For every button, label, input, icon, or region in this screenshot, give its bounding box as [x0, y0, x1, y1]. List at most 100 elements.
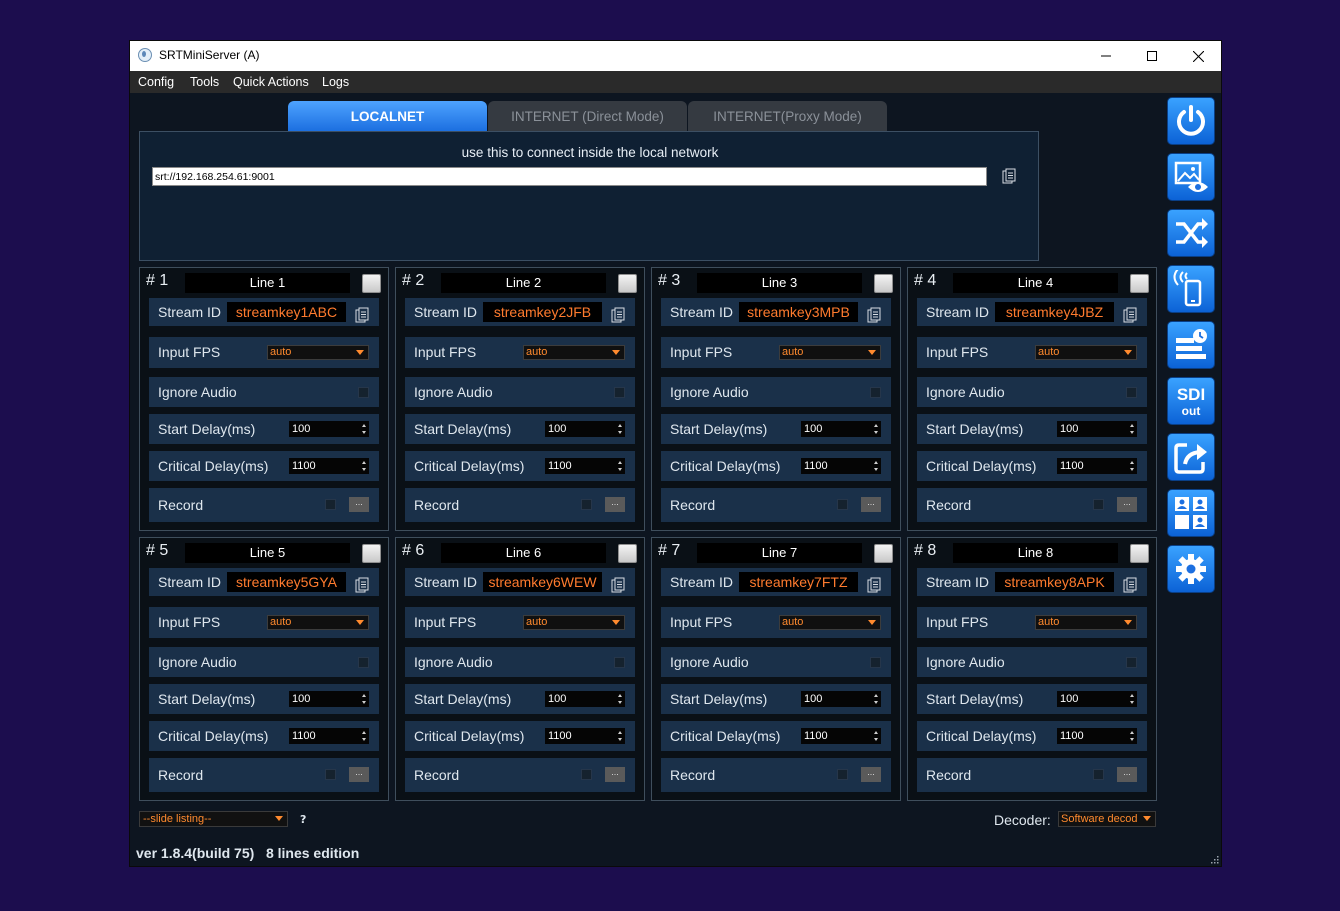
line-enable-checkbox[interactable]	[874, 544, 893, 563]
stream-id-field[interactable]: streamkey2JFB	[483, 302, 602, 322]
critical-delay-spinbox[interactable]: 1100	[1057, 728, 1137, 744]
decoder-select[interactable]: Software decod	[1058, 811, 1156, 827]
start-delay-spinbox[interactable]: 100	[289, 421, 369, 437]
slide-listing-select[interactable]: --slide listing--	[139, 811, 288, 827]
line-enable-checkbox[interactable]	[618, 274, 637, 293]
resize-grip-icon[interactable]	[1210, 855, 1219, 864]
share-button[interactable]	[1167, 433, 1215, 481]
record-browse-button[interactable]: ...	[605, 497, 625, 512]
ignore-audio-checkbox[interactable]	[614, 657, 625, 668]
help-button[interactable]: ?	[300, 813, 306, 826]
spin-down-icon[interactable]	[362, 738, 366, 741]
mobile-broadcast-button[interactable]	[1167, 265, 1215, 313]
start-delay-spinbox[interactable]: 100	[801, 421, 881, 437]
input-fps-select[interactable]: auto	[779, 345, 881, 360]
line-name-field[interactable]: Line 1	[185, 273, 350, 293]
record-browse-button[interactable]: ...	[1117, 497, 1137, 512]
spin-up-icon[interactable]	[874, 694, 878, 697]
record-browse-button[interactable]: ...	[349, 497, 369, 512]
spin-down-icon[interactable]	[1130, 468, 1134, 471]
line-enable-checkbox[interactable]	[1130, 274, 1149, 293]
critical-delay-spinbox[interactable]: 1100	[801, 728, 881, 744]
spin-down-icon[interactable]	[362, 468, 366, 471]
spin-down-icon[interactable]	[874, 738, 878, 741]
spin-up-icon[interactable]	[362, 694, 366, 697]
tab-internet-direct[interactable]: INTERNET (Direct Mode)	[488, 101, 687, 131]
record-checkbox[interactable]	[581, 769, 592, 780]
copy-stream-id-icon[interactable]	[355, 304, 369, 323]
copy-stream-id-icon[interactable]	[1123, 574, 1137, 593]
ignore-audio-checkbox[interactable]	[358, 387, 369, 398]
spin-up-icon[interactable]	[362, 424, 366, 427]
input-fps-select[interactable]: auto	[1035, 615, 1137, 630]
spin-down-icon[interactable]	[1130, 701, 1134, 704]
critical-delay-spinbox[interactable]: 1100	[1057, 458, 1137, 474]
spin-up-icon[interactable]	[874, 424, 878, 427]
line-enable-checkbox[interactable]	[874, 274, 893, 293]
line-enable-checkbox[interactable]	[618, 544, 637, 563]
menu-config[interactable]: Config	[138, 75, 174, 89]
stream-id-field[interactable]: streamkey4JBZ	[995, 302, 1114, 322]
copy-stream-id-icon[interactable]	[611, 304, 625, 323]
spin-down-icon[interactable]	[618, 431, 622, 434]
maximize-button[interactable]	[1129, 41, 1175, 71]
ignore-audio-checkbox[interactable]	[1126, 387, 1137, 398]
spin-up-icon[interactable]	[1130, 461, 1134, 464]
line-enable-checkbox[interactable]	[362, 274, 381, 293]
spin-down-icon[interactable]	[362, 701, 366, 704]
shuffle-button[interactable]	[1167, 209, 1215, 257]
spin-down-icon[interactable]	[874, 701, 878, 704]
minimize-button[interactable]	[1083, 41, 1129, 71]
record-browse-button[interactable]: ...	[1117, 767, 1137, 782]
record-browse-button[interactable]: ...	[861, 497, 881, 512]
copy-url-icon[interactable]	[1002, 168, 1016, 184]
stream-id-field[interactable]: streamkey1ABC	[227, 302, 346, 322]
start-delay-spinbox[interactable]: 100	[545, 691, 625, 707]
spin-up-icon[interactable]	[618, 461, 622, 464]
start-delay-spinbox[interactable]: 100	[1057, 421, 1137, 437]
record-browse-button[interactable]: ...	[605, 767, 625, 782]
sdi-out-button[interactable]: SDI out	[1167, 377, 1215, 425]
copy-stream-id-icon[interactable]	[867, 304, 881, 323]
critical-delay-spinbox[interactable]: 1100	[801, 458, 881, 474]
spin-up-icon[interactable]	[1130, 731, 1134, 734]
record-browse-button[interactable]: ...	[861, 767, 881, 782]
record-checkbox[interactable]	[837, 769, 848, 780]
stream-id-field[interactable]: streamkey6WEW	[483, 572, 602, 592]
start-delay-spinbox[interactable]: 100	[289, 691, 369, 707]
record-checkbox[interactable]	[581, 499, 592, 510]
input-fps-select[interactable]: auto	[523, 615, 625, 630]
line-name-field[interactable]: Line 6	[441, 543, 606, 563]
line-name-field[interactable]: Line 2	[441, 273, 606, 293]
spin-down-icon[interactable]	[1130, 738, 1134, 741]
line-name-field[interactable]: Line 8	[953, 543, 1118, 563]
ignore-audio-checkbox[interactable]	[870, 657, 881, 668]
line-enable-checkbox[interactable]	[1130, 544, 1149, 563]
record-checkbox[interactable]	[325, 769, 336, 780]
spin-up-icon[interactable]	[874, 731, 878, 734]
copy-stream-id-icon[interactable]	[867, 574, 881, 593]
input-fps-select[interactable]: auto	[267, 345, 369, 360]
tab-internet-proxy[interactable]: INTERNET(Proxy Mode)	[688, 101, 887, 131]
stream-id-field[interactable]: streamkey3MPB	[739, 302, 858, 322]
menu-quick-actions[interactable]: Quick Actions	[233, 75, 309, 89]
schedule-button[interactable]	[1167, 321, 1215, 369]
line-enable-checkbox[interactable]	[362, 544, 381, 563]
connection-url-field[interactable]: srt://192.168.254.61:9001	[152, 167, 987, 186]
copy-stream-id-icon[interactable]	[1123, 304, 1137, 323]
spin-down-icon[interactable]	[874, 431, 878, 434]
record-browse-button[interactable]: ...	[349, 767, 369, 782]
record-checkbox[interactable]	[837, 499, 848, 510]
input-fps-select[interactable]: auto	[779, 615, 881, 630]
input-fps-select[interactable]: auto	[1035, 345, 1137, 360]
ignore-audio-checkbox[interactable]	[358, 657, 369, 668]
stream-id-field[interactable]: streamkey8APK	[995, 572, 1114, 592]
line-name-field[interactable]: Line 7	[697, 543, 862, 563]
input-fps-select[interactable]: auto	[267, 615, 369, 630]
spin-down-icon[interactable]	[618, 468, 622, 471]
record-checkbox[interactable]	[325, 499, 336, 510]
critical-delay-spinbox[interactable]: 1100	[545, 728, 625, 744]
settings-button[interactable]	[1167, 545, 1215, 593]
ignore-audio-checkbox[interactable]	[1126, 657, 1137, 668]
critical-delay-spinbox[interactable]: 1100	[289, 728, 369, 744]
